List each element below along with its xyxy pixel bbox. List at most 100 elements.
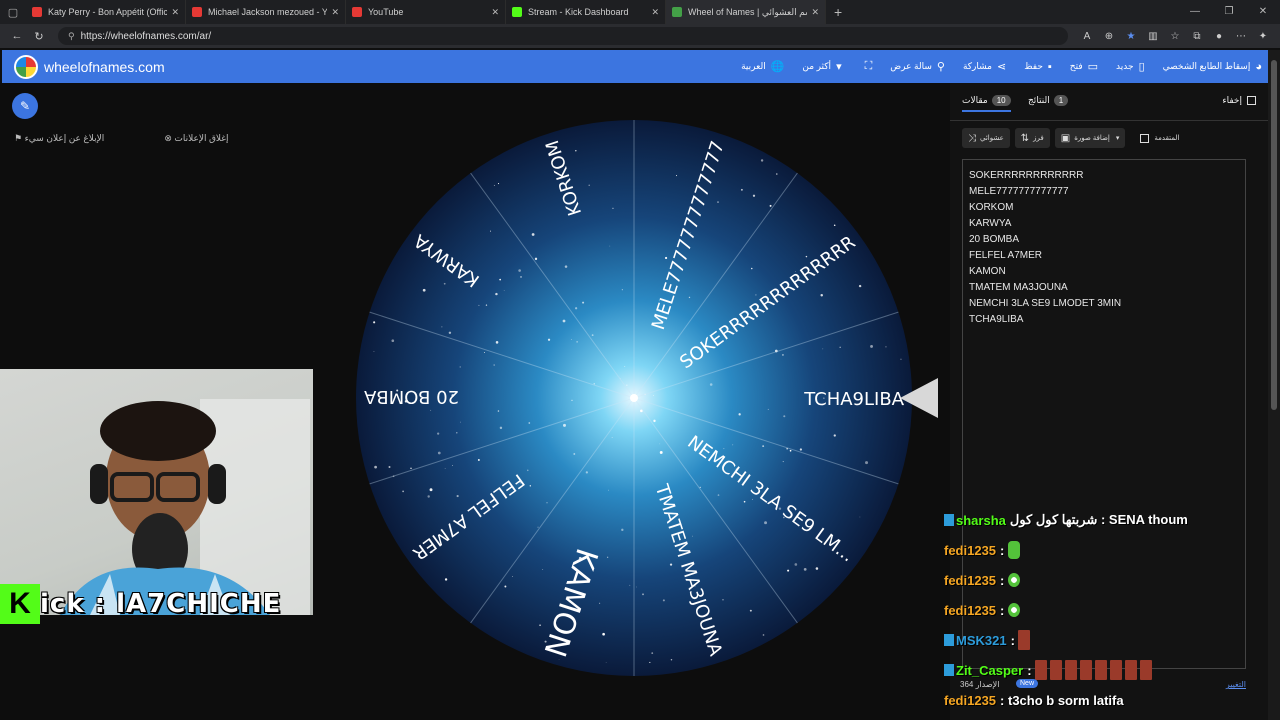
- tab-results[interactable]: النتائج 1: [1028, 95, 1069, 106]
- chat-username[interactable]: fedi1235: [944, 603, 996, 618]
- collections-icon[interactable]: ⧉: [1186, 31, 1208, 42]
- shuffle-icon: ⤨: [968, 132, 976, 144]
- hide-label: إخفاء: [1222, 95, 1242, 105]
- star: [752, 194, 756, 197]
- copilot-icon[interactable]: ✦: [1252, 31, 1274, 42]
- favorites-icon[interactable]: ☆: [1164, 31, 1186, 42]
- tab-favicon-icon: [672, 7, 682, 17]
- star: [495, 341, 499, 344]
- star: [717, 494, 720, 496]
- tab-close-icon[interactable]: ✕: [171, 7, 179, 18]
- browser-tab[interactable]: YouTube ✕: [346, 0, 506, 24]
- star: [388, 465, 391, 468]
- hide-toggle[interactable]: إخفاء: [1222, 95, 1256, 106]
- star: [529, 485, 531, 487]
- more-options-icon[interactable]: ⋯: [1230, 31, 1252, 42]
- maximize-icon[interactable]: ❐: [1212, 0, 1246, 24]
- star: [558, 658, 560, 660]
- star: [669, 563, 673, 566]
- page-scrollbar[interactable]: [1268, 50, 1280, 720]
- chat-username[interactable]: fedi1235: [944, 543, 996, 558]
- star: [649, 661, 651, 664]
- star: [787, 569, 790, 572]
- profile-icon[interactable]: ●: [1208, 31, 1230, 42]
- chat-username[interactable]: sharsha: [956, 513, 1006, 528]
- site-name[interactable]: wheelofnames.com: [44, 59, 165, 75]
- close-window-icon[interactable]: ✕: [1246, 0, 1280, 24]
- favorite-star-icon[interactable]: ★: [1120, 31, 1142, 42]
- tab-close-icon[interactable]: ✕: [651, 7, 659, 18]
- star: [662, 599, 665, 602]
- browser-tab[interactable]: Stream - Kick Dashboard ✕: [506, 0, 666, 24]
- back-icon[interactable]: ←: [6, 30, 28, 42]
- tab-close-icon[interactable]: ✕: [331, 7, 339, 18]
- chat-emote-icon: [1008, 541, 1021, 559]
- close-ads-link[interactable]: ⊗ إغلاق الإعلانات: [164, 133, 258, 144]
- sort-button[interactable]: ⇅ فرز: [1014, 128, 1050, 148]
- changelog-link[interactable]: التغيير: [1226, 680, 1246, 689]
- chat-username[interactable]: fedi1235: [944, 693, 996, 708]
- chat-username[interactable]: Zit_Casper: [956, 663, 1023, 678]
- report-ad-label: الإبلاغ عن إعلان سيء: [24, 133, 105, 143]
- name-wheel[interactable]: TCHA9LIBANEMCHI 3LA SE9 LM...TMATEM MA3J…: [356, 120, 912, 676]
- advanced-checkbox[interactable]: [1140, 133, 1150, 143]
- shuffle-button[interactable]: ⤨ عشوائي: [962, 128, 1010, 148]
- minimize-icon[interactable]: —: [1178, 0, 1212, 24]
- tab-close-icon[interactable]: ✕: [811, 7, 819, 18]
- split-screen-icon[interactable]: ▥: [1142, 31, 1164, 42]
- menu-item[interactable]: إسقاط الطابع الشخصي ◕: [1163, 61, 1262, 73]
- star: [402, 490, 404, 493]
- scrollbar-thumb[interactable]: [1271, 60, 1277, 410]
- tab-entries[interactable]: مقالات 10: [962, 95, 1011, 112]
- new-tab-icon[interactable]: +: [834, 4, 842, 20]
- star: [441, 326, 443, 328]
- refresh-icon[interactable]: ↻: [28, 30, 50, 43]
- edit-pencil-icon[interactable]: ✎: [12, 93, 38, 119]
- browser-tab[interactable]: Wheel of Names | الاسم العشوائي ✕: [666, 0, 826, 24]
- star: [444, 468, 446, 469]
- site-logo-icon[interactable]: [14, 54, 38, 79]
- entry-line: SOKERRRRRRRRRRRR: [969, 170, 1084, 181]
- folder-icon: ▭: [1087, 61, 1099, 73]
- tab-close-icon[interactable]: ✕: [491, 7, 499, 18]
- menu-item[interactable]: أكثر من ▾: [802, 60, 841, 73]
- menu-item[interactable]: العربية 🌐: [741, 60, 784, 73]
- star: [452, 465, 454, 467]
- advanced-toggle[interactable]: المتقدمة: [1140, 133, 1179, 143]
- menu-item[interactable]: جديد ▯: [1116, 60, 1145, 73]
- hide-checkbox[interactable]: [1247, 96, 1256, 105]
- report-ad-link[interactable]: ⚑ الإبلاغ عن إعلان سيء: [14, 133, 134, 144]
- menu-item[interactable]: حفظ ▪: [1024, 61, 1052, 73]
- menu-item[interactable]: سالة عرض ⚲: [890, 60, 945, 73]
- file-icon: ▯: [1138, 61, 1145, 73]
- site-info-icon[interactable]: ⚲: [68, 31, 75, 42]
- add-image-button[interactable]: ▣ إضافة صورة ▾: [1054, 128, 1126, 148]
- menu-item-label: جديد: [1116, 61, 1134, 71]
- chat-username[interactable]: fedi1235: [944, 573, 996, 588]
- star: [670, 658, 673, 661]
- zoom-icon[interactable]: ⊕: [1098, 31, 1120, 42]
- wheel-segment-label: 20 BOMBA: [363, 386, 459, 407]
- translate-icon[interactable]: A: [1076, 31, 1098, 42]
- menu-item[interactable]: مشاركة ⋖: [963, 60, 1006, 73]
- chat-username[interactable]: MSK321: [956, 633, 1007, 648]
- menu-item[interactable]: ⛶: [860, 60, 873, 73]
- wheel-pointer: [900, 378, 938, 418]
- star: [626, 384, 628, 386]
- star: [782, 460, 784, 463]
- browser-tab[interactable]: Michael Jackson mezoued - YouT✕: [186, 0, 346, 24]
- star: [629, 584, 631, 586]
- star: [675, 175, 678, 177]
- star: [563, 423, 566, 427]
- browser-tab[interactable]: Katy Perry - Bon Appétit (Official ✕: [26, 0, 186, 24]
- star: [732, 444, 734, 446]
- add-image-label: إضافة صورة: [1074, 135, 1110, 142]
- star: [688, 296, 691, 299]
- chat-text: :: [1000, 542, 1005, 558]
- url-text: https://wheelofnames.com/ar/: [80, 30, 212, 42]
- star: [427, 495, 430, 498]
- tab-actions-icon[interactable]: ▢: [0, 0, 26, 24]
- chat-text: :: [1000, 602, 1005, 618]
- menu-item[interactable]: فتح ▭: [1070, 60, 1098, 73]
- url-field[interactable]: ⚲ https://wheelofnames.com/ar/: [58, 27, 1068, 45]
